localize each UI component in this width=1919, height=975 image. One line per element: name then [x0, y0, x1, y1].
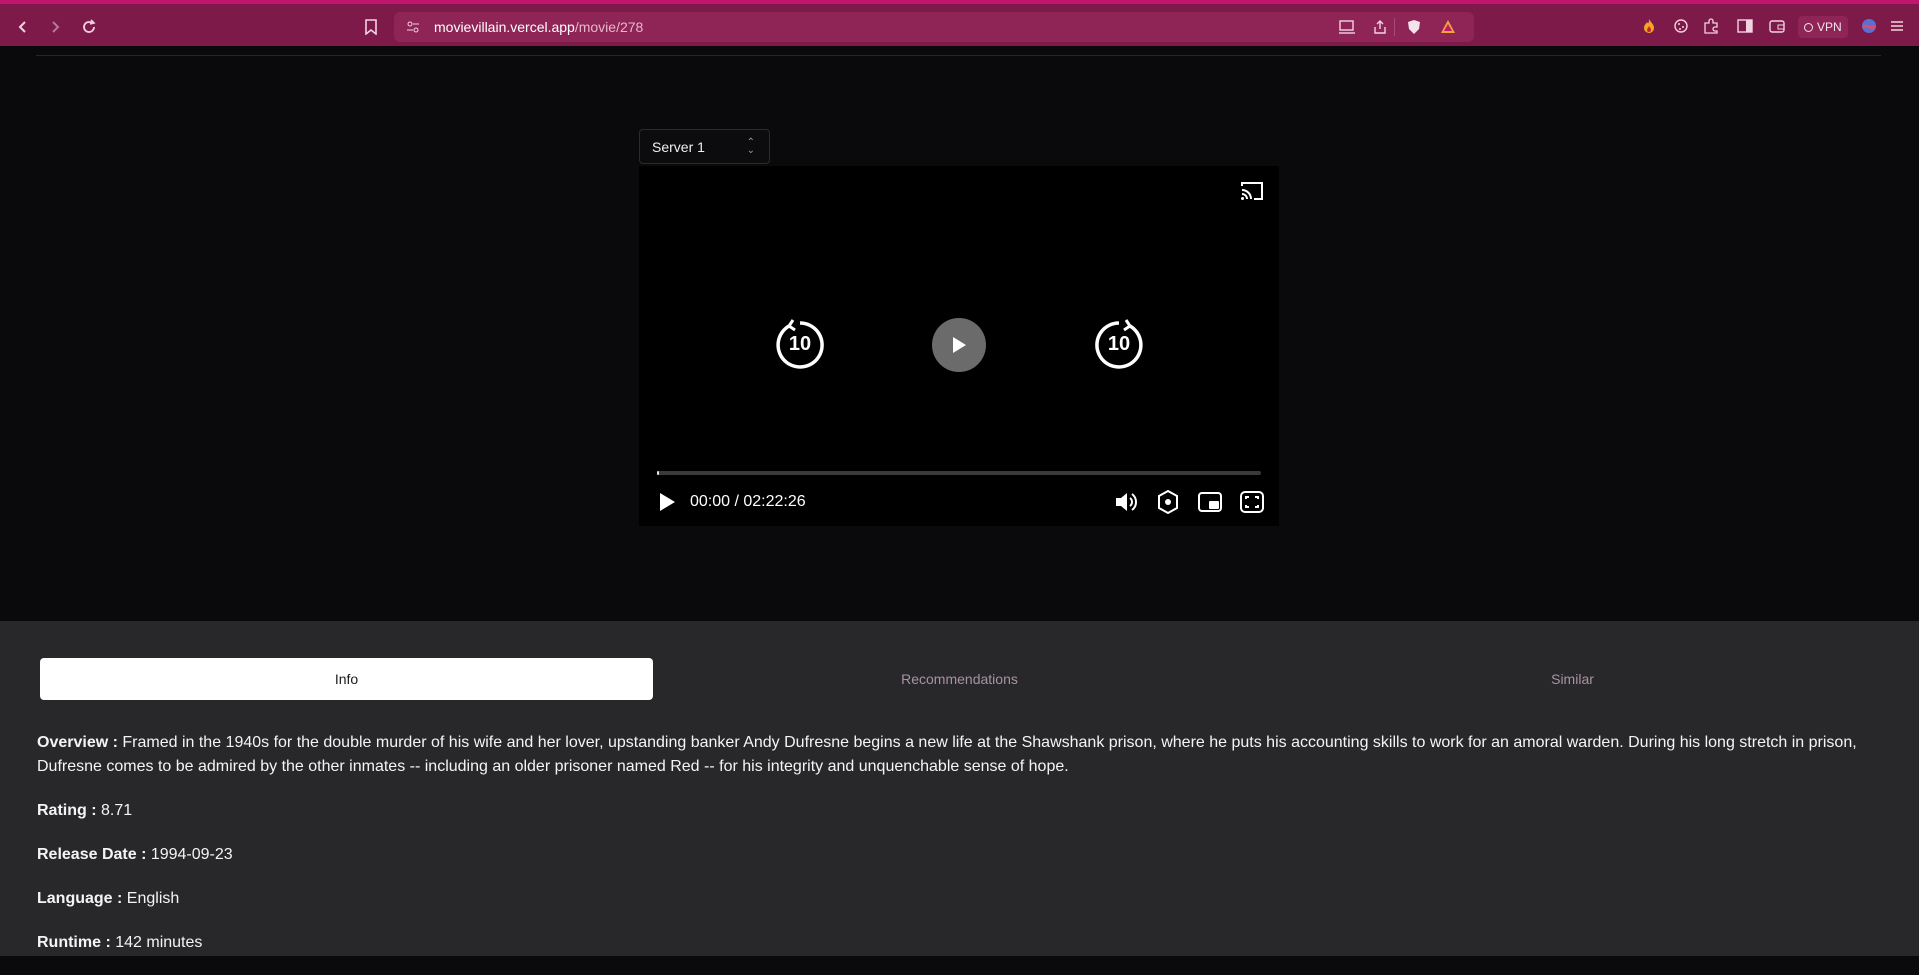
details-panel: Info Recommendations Similar Overview : …: [0, 621, 1919, 956]
reload-button[interactable]: [78, 16, 100, 38]
tab-recommendations[interactable]: Recommendations: [653, 658, 1266, 700]
skip-forward-button[interactable]: 10: [1092, 318, 1146, 372]
rating-row: Rating : 8.71: [37, 799, 1882, 823]
extension-cookie-icon[interactable]: [1672, 17, 1690, 35]
language-value: English: [122, 890, 180, 907]
url-host: movievillain.vercel.app: [434, 19, 575, 35]
url-text: movievillain.vercel.app/movie/278: [434, 19, 643, 35]
reload-icon: [83, 19, 96, 33]
play-icon[interactable]: [657, 491, 677, 513]
wallet-icon[interactable]: [1768, 17, 1786, 35]
time-display: 00:00 / 02:22:26: [690, 493, 806, 510]
release-date-value: 1994-09-23: [146, 846, 233, 863]
extension-fire-icon[interactable]: [1640, 17, 1658, 35]
progress-fill: [657, 471, 659, 475]
overview-row: Overview : Framed in the 1940s for the d…: [37, 731, 1882, 779]
updown-chevron-icon: ⌃ ⌄: [746, 137, 755, 156]
bookmark-button[interactable]: [360, 16, 382, 38]
sidebar-toggle-icon[interactable]: [1736, 17, 1754, 35]
tab-list: Info Recommendations Similar: [40, 658, 1879, 700]
menu-icon[interactable]: [1888, 17, 1906, 35]
address-bar[interactable]: movievillain.vercel.app/movie/278: [394, 12, 1474, 42]
skip-forward-label: 10: [1107, 333, 1131, 355]
video-player[interactable]: 10 10 00:00 / 02:22:26: [639, 166, 1279, 526]
play-icon: [953, 337, 966, 353]
skip-back-button[interactable]: 10: [773, 318, 827, 372]
overview-text: Framed in the 1940s for the double murde…: [37, 734, 1857, 775]
server-select[interactable]: Server 1 ⌃ ⌄: [639, 129, 770, 164]
overview-label: Overview :: [37, 734, 118, 751]
volume-icon[interactable]: [1113, 489, 1139, 515]
rating-value: 8.71: [96, 802, 133, 819]
server-select-value: Server 1: [652, 138, 705, 155]
brave-shield-icon[interactable]: [1406, 19, 1422, 35]
settings-icon[interactable]: [1155, 489, 1181, 515]
header-divider: [36, 55, 1881, 56]
picture-in-picture-icon[interactable]: [1197, 489, 1223, 515]
movie-info: Overview : Framed in the 1940s for the d…: [37, 731, 1882, 975]
skip-back-label: 10: [788, 333, 812, 355]
vpn-button[interactable]: VPN: [1798, 16, 1848, 38]
release-date-row: Release Date : 1994-09-23: [37, 843, 1882, 867]
big-play-button[interactable]: [932, 318, 986, 372]
language-row: Language : English: [37, 887, 1882, 911]
cast-icon[interactable]: [1239, 180, 1265, 202]
back-button[interactable]: [12, 16, 34, 38]
forward-button[interactable]: [44, 16, 66, 38]
runtime-row: Runtime : 142 minutes: [37, 931, 1882, 955]
divider: [1394, 18, 1395, 36]
release-date-label: Release Date :: [37, 846, 147, 863]
fullscreen-icon[interactable]: [1239, 489, 1265, 515]
rating-label: Rating :: [37, 802, 97, 819]
share-icon[interactable]: [1372, 19, 1388, 35]
tab-info[interactable]: Info: [40, 658, 653, 700]
chevron-left-icon: [18, 21, 26, 33]
bookmark-icon: [365, 19, 377, 35]
site-settings-icon[interactable]: [406, 20, 420, 34]
progress-bar[interactable]: [657, 471, 1261, 475]
tab-similar[interactable]: Similar: [1266, 658, 1879, 700]
extensions-puzzle-icon[interactable]: [1702, 17, 1720, 35]
profile-avatar[interactable]: [1860, 17, 1878, 35]
vpn-shield-icon: [1804, 22, 1813, 32]
chevron-right-icon: [52, 21, 60, 33]
brave-rewards-icon[interactable]: [1440, 19, 1456, 35]
runtime-label: Runtime :: [37, 934, 111, 951]
language-label: Language :: [37, 890, 123, 907]
url-path: /movie/278: [574, 19, 644, 35]
runtime-value: 142 minutes: [110, 934, 203, 951]
vpn-label: VPN: [1817, 20, 1842, 34]
browser-toolbar: movievillain.vercel.app/movie/278 VPN: [0, 0, 1919, 46]
cast-tab-icon[interactable]: [1338, 19, 1356, 35]
